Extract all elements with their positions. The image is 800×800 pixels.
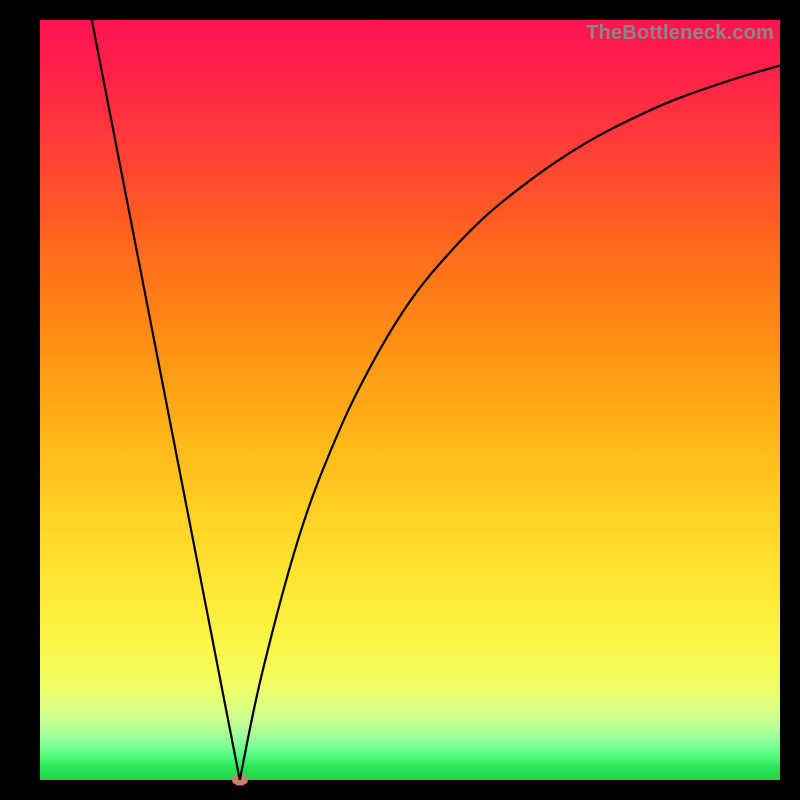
watermark-text: TheBottleneck.com [586, 22, 774, 45]
curve-right [240, 66, 780, 780]
curve-svg [40, 20, 780, 780]
plot-area: TheBottleneck.com [40, 20, 780, 780]
chart-frame: TheBottleneck.com [0, 0, 800, 800]
curve-left [92, 20, 240, 780]
